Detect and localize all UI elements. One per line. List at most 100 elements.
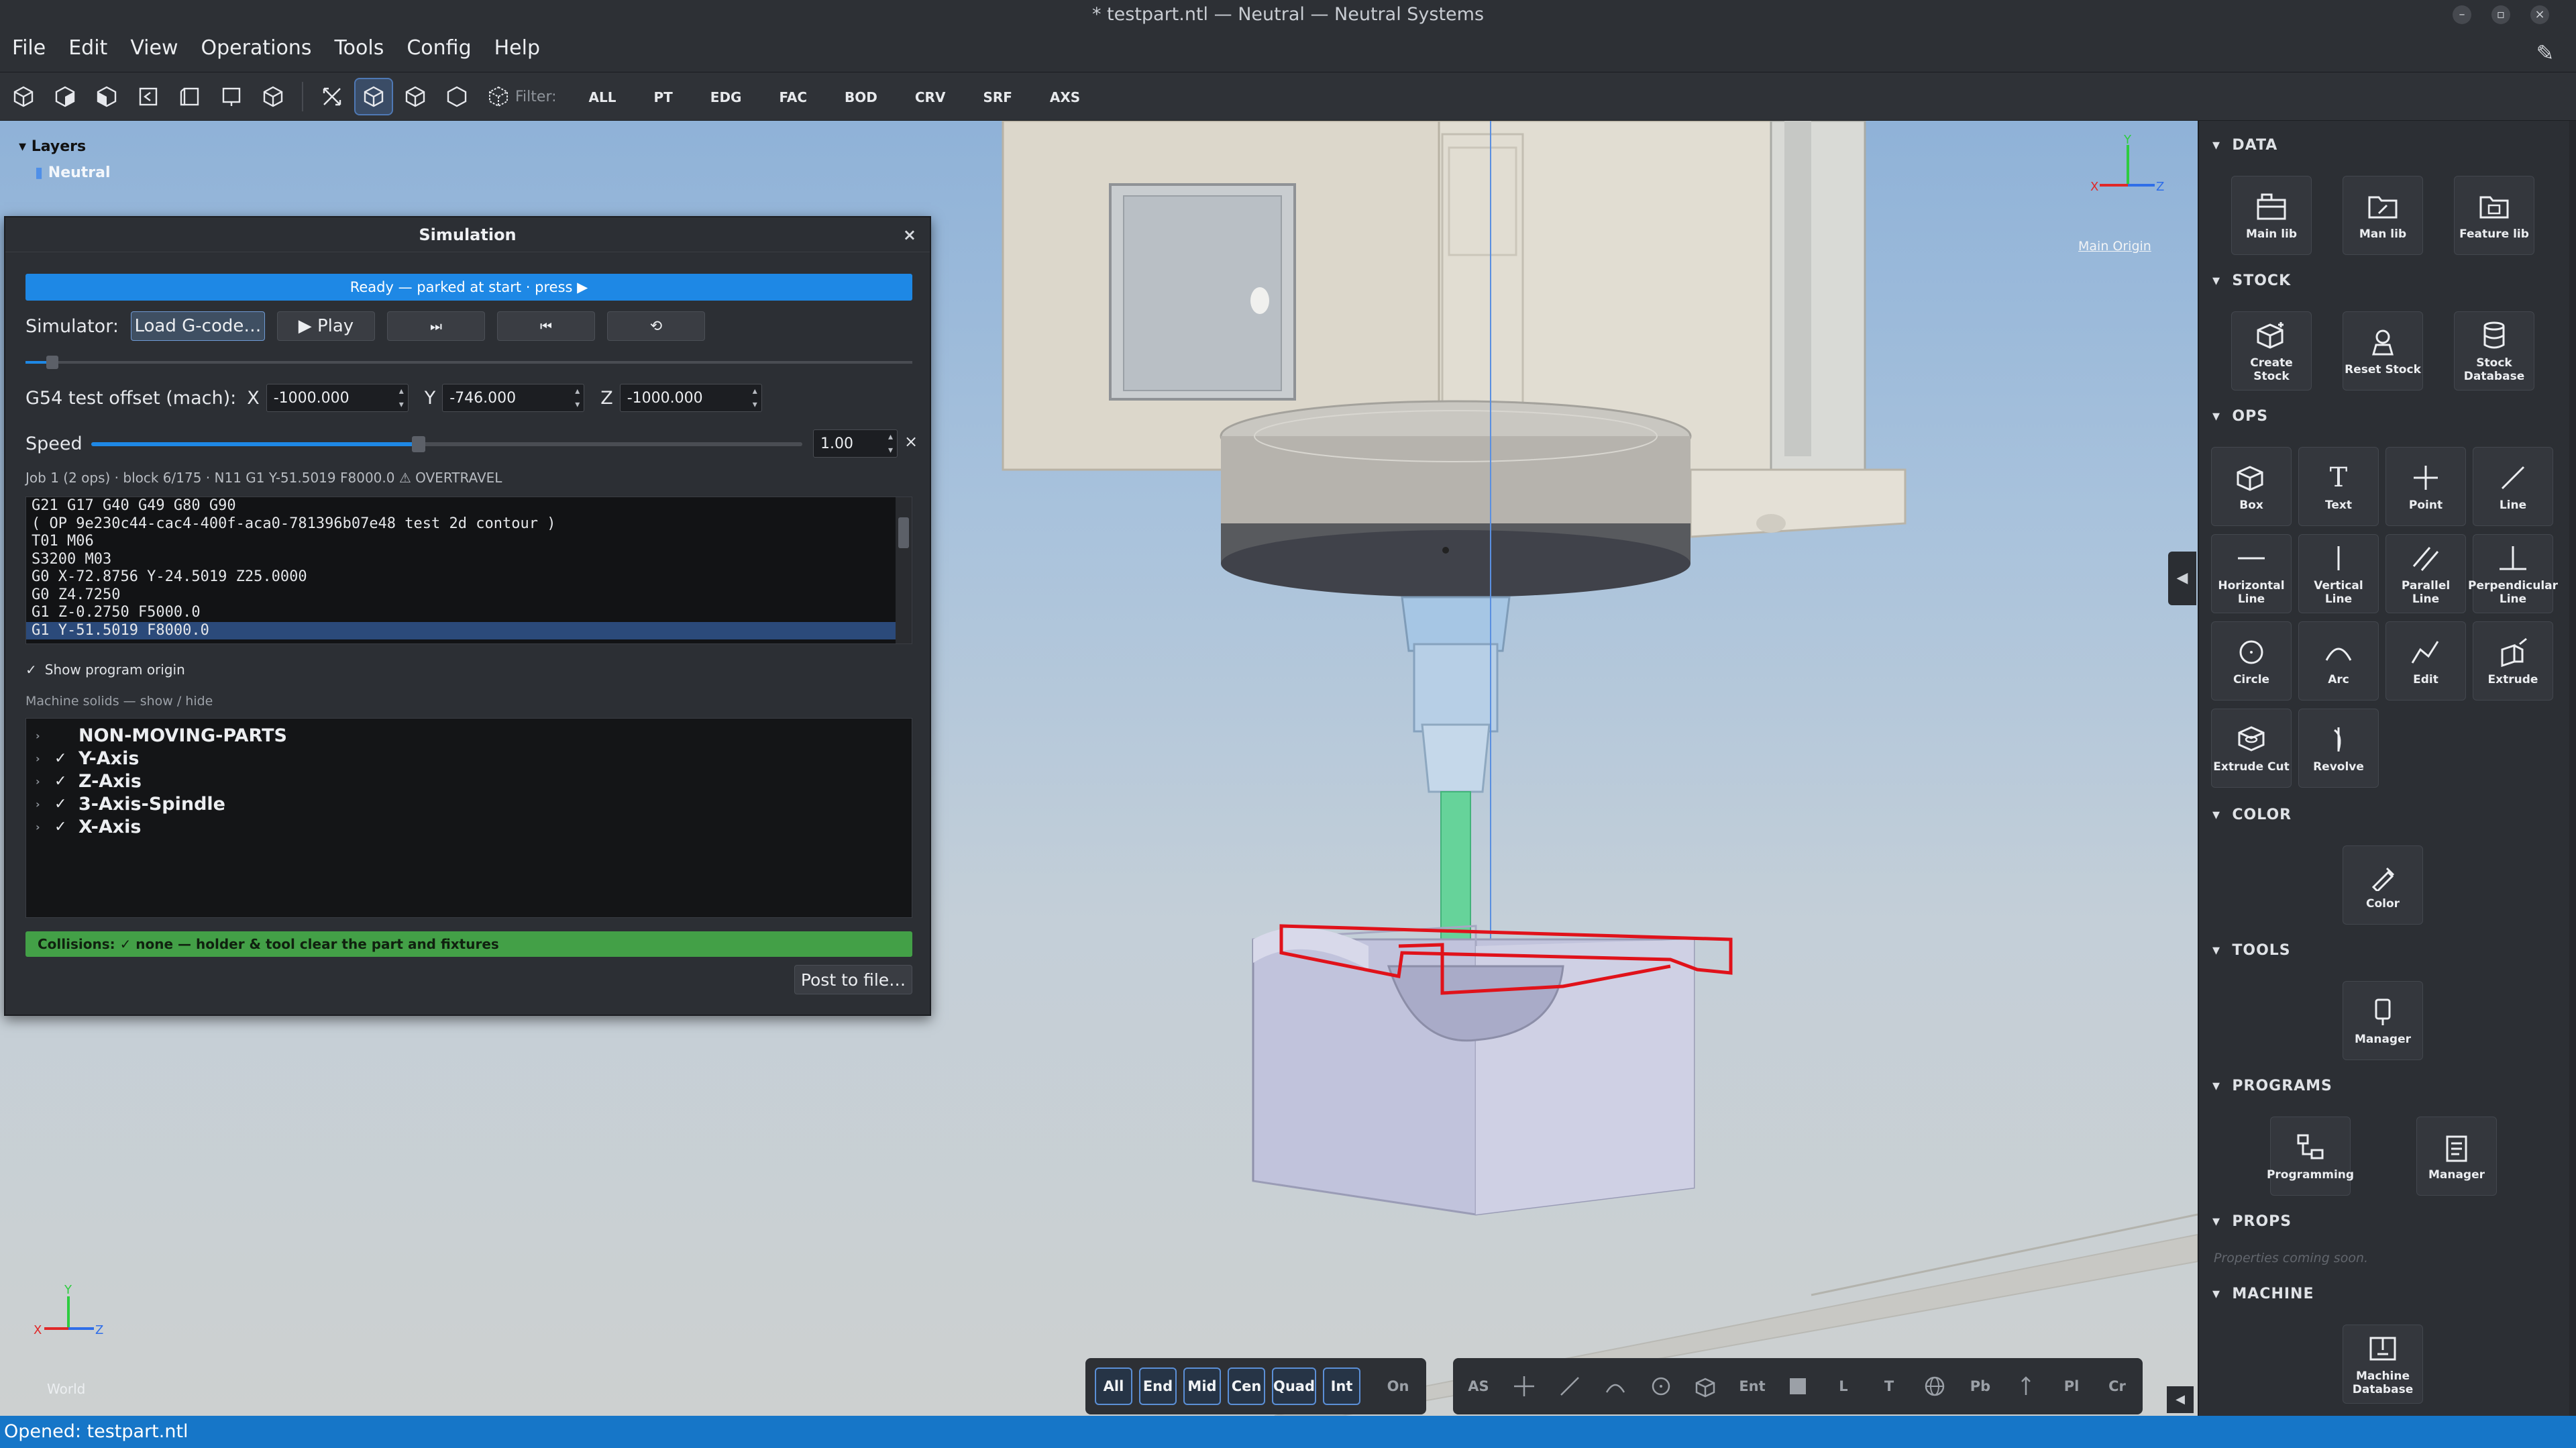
extrude-cut-button[interactable]: Extrude Cut	[2211, 709, 2292, 788]
feature-lib-button[interactable]: Feature lib	[2454, 176, 2534, 255]
speed-value-input[interactable]: 1.00	[813, 429, 898, 458]
section-color[interactable]: ▾ COLOR	[2212, 807, 2292, 823]
revolve-button[interactable]: Revolve	[2298, 709, 2379, 788]
panel-scrollbar[interactable]	[2569, 121, 2576, 1416]
menu-view[interactable]: View	[130, 36, 178, 60]
hidden-line-icon[interactable]	[480, 79, 517, 114]
gcode-scroll-thumb[interactable]	[898, 517, 909, 548]
section-tools[interactable]: ▾ TOOLS	[2212, 942, 2291, 959]
section-data[interactable]: ▾ DATA	[2212, 137, 2277, 154]
filter-pt[interactable]: PT	[653, 89, 672, 105]
playback-progress-handle[interactable]	[46, 356, 58, 369]
filter-crv[interactable]: CRV	[915, 89, 946, 105]
shaded-icon[interactable]	[397, 79, 433, 114]
pen-icon[interactable]: ✎	[2530, 40, 2560, 70]
square-icon[interactable]	[1779, 1367, 1817, 1405]
pb-button[interactable]: Pb	[1962, 1367, 1999, 1405]
snap-quad-toggle[interactable]: Quad	[1272, 1367, 1317, 1405]
view-bottom-icon[interactable]	[255, 79, 291, 114]
show-origin-checkbox[interactable]: ✓	[25, 662, 37, 678]
playback-progress[interactable]	[25, 356, 912, 369]
extrude-button[interactable]: Extrude	[2473, 621, 2553, 701]
gcode-scrollbar[interactable]	[896, 497, 912, 643]
main-lib-button[interactable]: Main lib	[2231, 176, 2312, 255]
snap-cen-toggle[interactable]: Cen	[1228, 1367, 1265, 1405]
collapse-toolbar-icon[interactable]: ◀	[2167, 1386, 2194, 1413]
minimize-icon[interactable]: –	[2453, 5, 2471, 24]
fit-all-icon[interactable]	[314, 79, 350, 114]
solid-row-z-axis[interactable]: › ✓ Z-Axis	[26, 770, 912, 792]
perpendicular-line-button[interactable]: Perpendicular Line	[2468, 534, 2558, 613]
solid-row-spindle[interactable]: › ✓ 3-Axis-Spindle	[26, 792, 912, 815]
circle-icon[interactable]	[1642, 1367, 1680, 1405]
filter-axs[interactable]: AXS	[1050, 89, 1080, 105]
globe-icon[interactable]	[1916, 1367, 1953, 1405]
machine-database-button[interactable]: Machine Database	[2343, 1325, 2423, 1404]
parallel-line-button[interactable]: Parallel Line	[2385, 534, 2466, 613]
tool-manager-button[interactable]: Manager	[2343, 981, 2423, 1060]
layer-item-neutral[interactable]: ▮ Neutral	[35, 164, 111, 181]
gcode-line[interactable]: S3200 M03	[26, 551, 912, 569]
filter-fac[interactable]: FAC	[779, 89, 807, 105]
program-manager-button[interactable]: Manager	[2416, 1117, 2497, 1196]
reset-stock-button[interactable]: Reset Stock	[2343, 311, 2423, 391]
filter-edg[interactable]: EDG	[710, 89, 742, 105]
solid-row-x-axis[interactable]: › ✓ X-Axis	[26, 815, 912, 838]
gcode-line[interactable]: G21 G17 G40 G49 G80 G90	[26, 497, 912, 515]
filter-all[interactable]: ALL	[589, 89, 616, 105]
snap-mid-toggle[interactable]: Mid	[1183, 1367, 1221, 1405]
vertical-line-button[interactable]: Vertical Line	[2298, 534, 2379, 613]
section-machine[interactable]: ▾ MACHINE	[2212, 1286, 2314, 1302]
solid-row-non-moving[interactable]: › NON-MOVING-PARTS	[26, 724, 912, 747]
tangent-button[interactable]: T	[1870, 1367, 1908, 1405]
section-programs[interactable]: ▾ PROGRAMS	[2212, 1078, 2332, 1094]
entity-button[interactable]: Ent	[1733, 1367, 1771, 1405]
expand-icon[interactable]: ›	[36, 729, 54, 742]
arc-icon[interactable]	[1597, 1367, 1634, 1405]
expand-icon[interactable]: ›	[36, 752, 54, 765]
visibility-check[interactable]: ✓	[54, 773, 78, 790]
menu-edit[interactable]: Edit	[68, 36, 107, 60]
create-stock-button[interactable]: Create Stock	[2231, 311, 2312, 391]
snap-end-toggle[interactable]: End	[1139, 1367, 1177, 1405]
gcode-line[interactable]: G1 Z-0.2750 F5000.0	[26, 604, 912, 622]
text-button[interactable]: T Text	[2298, 447, 2379, 526]
speed-clear-button[interactable]: ×	[904, 432, 918, 451]
stock-database-button[interactable]: Stock Database	[2454, 311, 2534, 391]
section-props[interactable]: ▾ PROPS	[2212, 1213, 2292, 1230]
arc-button[interactable]: Arc	[2298, 621, 2379, 701]
close-icon[interactable]: ×	[903, 217, 916, 252]
horizontal-line-button[interactable]: Horizontal Line	[2211, 534, 2292, 613]
close-icon[interactable]: ×	[2530, 5, 2549, 24]
menu-help[interactable]: Help	[494, 36, 540, 60]
expand-icon[interactable]: ›	[36, 775, 54, 788]
main-origin-label[interactable]: Main Origin	[2078, 239, 2151, 254]
circle-button[interactable]: Circle	[2211, 621, 2292, 701]
autosnap-button[interactable]: AS	[1460, 1367, 1497, 1405]
box-icon[interactable]	[1688, 1367, 1725, 1405]
box-button[interactable]: Box	[2211, 447, 2292, 526]
visibility-check[interactable]: ✓	[54, 819, 78, 835]
section-ops[interactable]: ▾ OPS	[2212, 408, 2268, 425]
view-iso-icon[interactable]	[5, 79, 42, 114]
post-to-file-button[interactable]: Post to file…	[794, 965, 912, 994]
filter-srf[interactable]: SRF	[983, 89, 1012, 105]
gcode-line[interactable]: G0 X-72.8756 Y-24.5019 Z25.0000	[26, 568, 912, 586]
programming-button[interactable]: Programming	[2267, 1117, 2354, 1196]
solid-row-y-axis[interactable]: › ✓ Y-Axis	[26, 747, 912, 770]
view-front-icon[interactable]	[47, 79, 83, 114]
menu-file[interactable]: File	[12, 36, 46, 60]
length-button[interactable]: L	[1825, 1367, 1862, 1405]
maximize-icon[interactable]: ▫	[2491, 5, 2510, 24]
rewind-icon[interactable]: ⏮	[496, 311, 595, 341]
view-back-icon[interactable]	[89, 79, 125, 114]
expand-icon[interactable]: ›	[36, 821, 54, 833]
edit-button[interactable]: Edit	[2385, 621, 2466, 701]
y-offset-input[interactable]: -746.000	[442, 384, 585, 412]
play-button[interactable]: ▶ Play	[276, 311, 375, 341]
snap-all-toggle[interactable]: All	[1095, 1367, 1132, 1405]
cr-button[interactable]: Cr	[2098, 1367, 2136, 1405]
view-left-icon[interactable]	[130, 79, 166, 114]
gcode-listing[interactable]: G21 G17 G40 G49 G80 G90 ( OP 9e230c44-ca…	[25, 497, 912, 644]
line-icon[interactable]	[1551, 1367, 1589, 1405]
